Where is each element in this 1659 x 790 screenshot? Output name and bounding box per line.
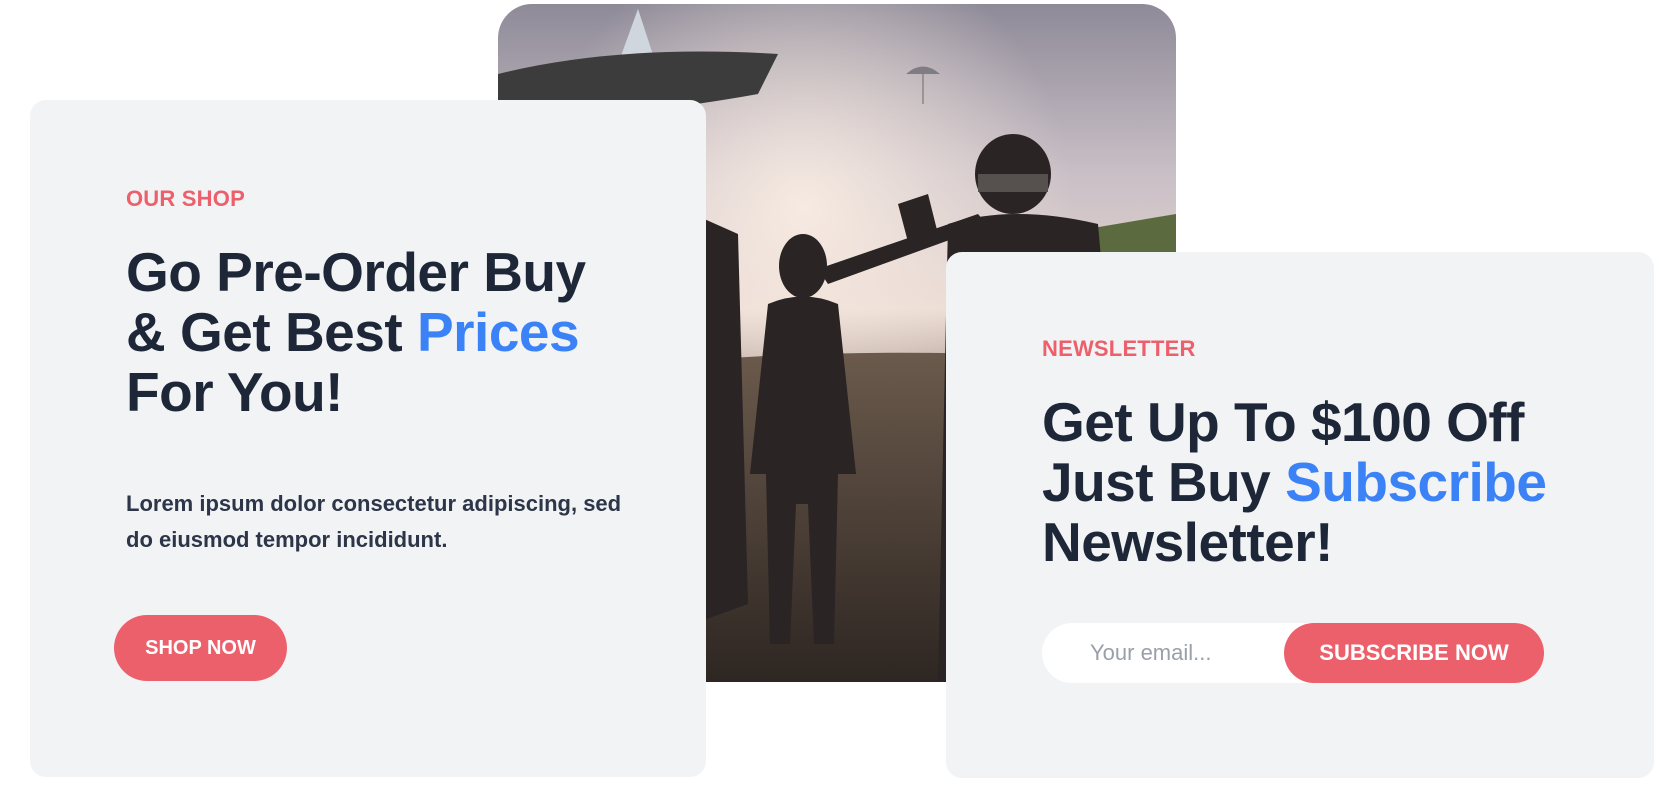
newsletter-heading-accent: Subscribe	[1285, 451, 1547, 513]
newsletter-heading-line1: Get Up To $100 Off	[1042, 391, 1525, 453]
shop-heading: Go Pre-Order Buy & Get Best Prices For Y…	[126, 242, 706, 422]
shop-now-button[interactable]: SHOP NOW	[114, 615, 287, 681]
shop-card: OUR SHOP Go Pre-Order Buy & Get Best Pri…	[30, 100, 706, 777]
shop-heading-line1: Go Pre-Order Buy	[126, 241, 586, 303]
shop-eyebrow: OUR SHOP	[126, 186, 245, 211]
shop-heading-accent: Prices	[416, 301, 580, 363]
email-input[interactable]	[1042, 623, 1282, 683]
shop-heading-line3: For You!	[126, 361, 344, 423]
newsletter-eyebrow: NEWSLETTER	[1042, 336, 1196, 361]
newsletter-card: NEWSLETTER Get Up To $100 Off Just Buy S…	[946, 252, 1654, 778]
newsletter-heading-line3: Newsletter!	[1042, 511, 1333, 573]
newsletter-heading: Get Up To $100 Off Just Buy Subscribe Ne…	[1042, 392, 1654, 572]
shop-heading-line2: & Get Best	[126, 301, 417, 363]
subscribe-now-button[interactable]: SUBSCRIBE NOW	[1284, 623, 1544, 683]
shop-description: Lorem ipsum dolor consectetur adipiscing…	[126, 491, 622, 552]
newsletter-heading-line2: Just Buy	[1042, 451, 1286, 513]
subscribe-form: SUBSCRIBE NOW	[1042, 623, 1544, 683]
